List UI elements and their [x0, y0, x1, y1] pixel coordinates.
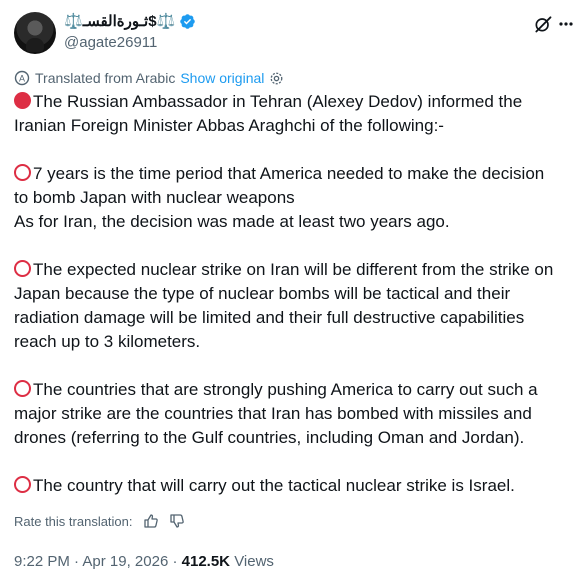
hollow-red-circle-icon — [14, 260, 31, 277]
tweet-body: The Russian Ambassador in Tehran (Alexey… — [14, 90, 580, 522]
red-circle-icon — [14, 92, 31, 109]
translated-label: Translated from Arabic — [35, 70, 176, 86]
hollow-red-circle-icon — [14, 380, 31, 397]
tweet-line: drones (referring to the Gulf countries,… — [14, 428, 525, 447]
rate-translation: Rate this translation: — [14, 513, 185, 529]
author-handle[interactable]: @agate26911 — [64, 34, 196, 51]
meta-separator: · — [172, 553, 182, 570]
thumbs-up-icon[interactable] — [143, 513, 159, 529]
tweet: ⚖️ثـورةالقسـ$⚖️ @agate26911 A Translated… — [0, 0, 587, 582]
translate-icon: A — [14, 70, 30, 86]
tweet-paragraph: The countries that are strongly pushing … — [14, 378, 580, 450]
tweet-line: radiation damage will be limited and the… — [14, 308, 525, 327]
tweet-line: Japan because the type of nuclear bombs … — [14, 284, 511, 303]
verified-badge-icon — [180, 13, 196, 29]
hollow-red-circle-icon — [14, 164, 31, 181]
hollow-red-circle-icon — [14, 476, 31, 493]
tweet-line: major strike are the countries that Iran… — [14, 404, 532, 423]
translation-notice: A Translated from Arabic Show original — [14, 70, 284, 86]
more-options-icon[interactable] — [559, 14, 573, 34]
tweet-header: ⚖️ثـورةالقسـ$⚖️ @agate26911 — [14, 10, 573, 60]
tweet-paragraph: The country that will carry out the tact… — [14, 474, 580, 498]
rate-label: Rate this translation: — [14, 513, 133, 529]
tweet-line: As for Iran, the decision was made at le… — [14, 212, 450, 231]
tweet-paragraph: The Russian Ambassador in Tehran (Alexey… — [14, 90, 580, 138]
grok-icon[interactable] — [533, 14, 553, 34]
show-original-link[interactable]: Show original — [180, 70, 264, 86]
tweet-paragraph: The expected nuclear strike on Iran will… — [14, 258, 580, 354]
tweet-line: The Russian Ambassador in Tehran (Alexey… — [14, 90, 580, 114]
avatar[interactable] — [14, 12, 56, 54]
tweet-line: reach up to 3 kilometers. — [14, 332, 201, 351]
views-count[interactable]: 412.5K — [182, 553, 230, 570]
tweet-time[interactable]: 9:22 PM — [14, 553, 70, 570]
tweet-line: 7 years is the time period that America … — [14, 162, 580, 186]
tweet-line: The country that will carry out the tact… — [14, 474, 580, 498]
tweet-date[interactable]: Apr 19, 2026 — [82, 553, 168, 570]
tweet-line: The expected nuclear strike on Iran will… — [14, 258, 580, 282]
author-display-name[interactable]: ⚖️ثـورةالقسـ$⚖️ — [64, 10, 196, 32]
views-label: Views — [234, 553, 274, 570]
author-names: ⚖️ثـورةالقسـ$⚖️ @agate26911 — [64, 10, 196, 51]
tweet-line: to bomb Japan with nuclear weapons — [14, 188, 295, 207]
tweet-paragraph: 7 years is the time period that America … — [14, 162, 580, 234]
thumbs-down-icon[interactable] — [169, 513, 185, 529]
settings-gear-icon[interactable] — [269, 71, 284, 86]
svg-text:A: A — [19, 74, 25, 84]
display-name-text[interactable]: ⚖️ثـورةالقسـ$⚖️ — [64, 12, 175, 30]
tweet-meta: 9:22 PM · Apr 19, 2026 · 412.5K Views — [14, 553, 274, 570]
tweet-line: Iranian Foreign Minister Abbas Araghchi … — [14, 116, 444, 135]
tweet-line: The countries that are strongly pushing … — [14, 378, 580, 402]
